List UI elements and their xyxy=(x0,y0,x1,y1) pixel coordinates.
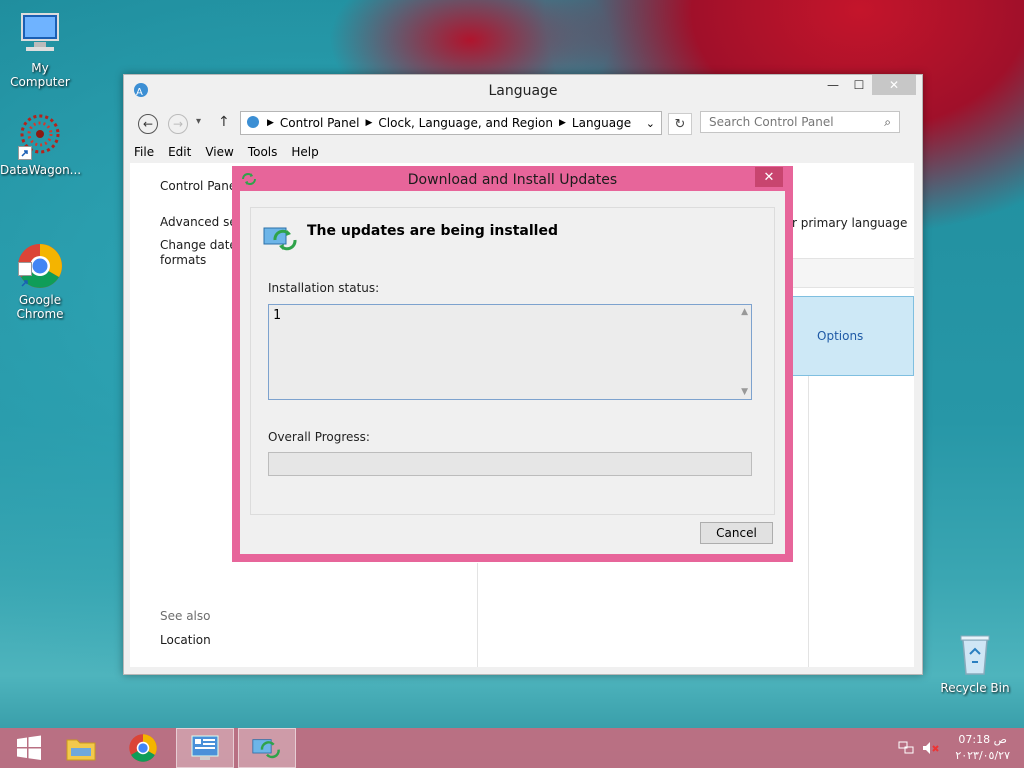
options-link[interactable]: Options xyxy=(817,329,863,343)
installation-status-label: Installation status: xyxy=(268,281,380,295)
taskbar: 07:18 ص ٢٠٢٣/٠٥/٢٧ xyxy=(0,728,1024,768)
windows-update-icon xyxy=(263,224,299,255)
clock-time: 07:18 ص xyxy=(958,733,1007,746)
search-input[interactable]: Search Control Panel ⌕ xyxy=(700,111,900,133)
language-list-header xyxy=(792,258,914,288)
see-also-heading: See also xyxy=(160,609,211,623)
network-icon[interactable] xyxy=(898,741,914,758)
shortcut-arrow-icon xyxy=(18,262,32,287)
title-bar: A Language — ☐ ✕ xyxy=(124,75,922,107)
taskbar-windows-update[interactable] xyxy=(238,728,296,768)
address-dropdown-icon[interactable]: ⌄ xyxy=(646,117,655,130)
close-button[interactable]: ✕ xyxy=(872,75,916,95)
taskbar-control-panel[interactable] xyxy=(176,728,234,768)
menu-tools[interactable]: Tools xyxy=(242,145,284,159)
shortcut-arrow-icon xyxy=(18,146,32,160)
search-placeholder: Search Control Panel xyxy=(709,115,834,129)
download-install-updates-dialog: Download and Install Updates ✕ The updat… xyxy=(232,166,793,562)
breadcrumb-separator-icon: ▶ xyxy=(365,118,373,128)
breadcrumb-separator-icon: ▶ xyxy=(267,118,274,128)
menu-file[interactable]: File xyxy=(128,145,160,159)
breadcrumb-separator-icon: ▶ xyxy=(558,118,566,128)
desktop-icon-label: My Computer xyxy=(10,61,70,89)
options-row[interactable]: Options xyxy=(792,296,914,376)
overall-progress-label: Overall Progress: xyxy=(268,430,370,444)
cancel-button[interactable]: Cancel xyxy=(700,522,773,544)
taskbar-file-explorer[interactable] xyxy=(52,728,110,768)
system-clock[interactable]: 07:18 ص ٢٠٢٣/٠٥/٢٧ xyxy=(955,732,1010,764)
divider xyxy=(808,373,809,667)
refresh-button[interactable]: ↻ xyxy=(668,113,692,135)
datawagon-icon xyxy=(16,112,64,160)
primary-language-text: r primary language xyxy=(792,216,908,230)
dialog-body: The updates are being installed Installa… xyxy=(240,191,785,554)
scroll-up-icon[interactable]: ▲ xyxy=(741,307,748,317)
control-panel-home-link[interactable]: Control Panel xyxy=(160,179,240,193)
menu-bar: File Edit View Tools Help xyxy=(128,145,327,159)
dialog-panel: The updates are being installed Installa… xyxy=(250,207,775,515)
navigation-bar: ← → ▾ ↑ ▶ Control Panel ▶ Clock, Languag… xyxy=(136,111,910,137)
maximize-button[interactable]: ☐ xyxy=(846,75,872,95)
scroll-down-icon[interactable]: ▼ xyxy=(741,387,748,397)
chrome-icon xyxy=(129,734,157,762)
up-button[interactable]: ↑ xyxy=(218,114,230,130)
control-panel-icon xyxy=(245,114,261,133)
dialog-close-button[interactable]: ✕ xyxy=(755,167,783,187)
breadcrumb-control-panel[interactable]: Control Panel xyxy=(280,116,360,130)
start-button[interactable] xyxy=(0,728,58,768)
formats-link[interactable]: formats xyxy=(160,253,206,267)
clock-date: ٢٠٢٣/٠٥/٢٧ xyxy=(955,749,1010,762)
windows-logo-icon xyxy=(17,735,41,760)
recycle-bin-icon xyxy=(951,630,999,678)
installation-status-text: 1 xyxy=(273,308,281,323)
desktop-icon-my-computer[interactable]: My Computer xyxy=(0,10,80,89)
windows-update-icon xyxy=(252,739,280,759)
desktop-icon-google-chrome[interactable]: Google Chrome xyxy=(0,214,80,335)
desktop-icon-label: DataWagon... xyxy=(0,163,82,177)
chrome-icon xyxy=(16,228,64,288)
change-date-link[interactable]: Change date, xyxy=(160,238,241,252)
address-bar[interactable]: ▶ Control Panel ▶ Clock, Language, and R… xyxy=(240,111,662,135)
desktop-icon-datawagon[interactable]: DataWagon... xyxy=(0,112,82,177)
search-icon[interactable]: ⌕ xyxy=(884,115,891,130)
control-panel-icon xyxy=(191,735,219,760)
recent-pages-dropdown-icon[interactable]: ▾ xyxy=(196,116,201,127)
back-button[interactable]: ← xyxy=(138,114,158,134)
installation-status-textbox[interactable]: 1 ▲ ▼ xyxy=(268,304,752,400)
forward-button[interactable]: → xyxy=(168,114,188,134)
minimize-button[interactable]: — xyxy=(820,75,846,95)
overall-progress-bar xyxy=(268,452,752,476)
dialog-title: Download and Install Updates xyxy=(407,172,618,188)
menu-edit[interactable]: Edit xyxy=(162,145,197,159)
computer-icon xyxy=(16,10,64,58)
menu-view[interactable]: View xyxy=(199,145,239,159)
window-title: Language xyxy=(488,83,558,99)
breadcrumb-language[interactable]: Language xyxy=(572,116,631,130)
desktop-icon-label: Google Chrome xyxy=(16,293,64,321)
dialog-heading: The updates are being installed xyxy=(307,223,558,239)
volume-muted-icon[interactable] xyxy=(922,741,940,758)
taskbar-chrome[interactable] xyxy=(114,728,172,768)
divider xyxy=(477,563,478,667)
location-link[interactable]: Location xyxy=(160,633,211,647)
folder-icon xyxy=(66,739,96,761)
menu-help[interactable]: Help xyxy=(285,145,324,159)
desktop-icon-recycle-bin[interactable]: Recycle Bin xyxy=(935,630,1015,695)
breadcrumb-clock-language-region[interactable]: Clock, Language, and Region xyxy=(378,116,553,130)
desktop-icon-label: Recycle Bin xyxy=(940,681,1010,695)
advanced-settings-link[interactable]: Advanced set xyxy=(160,215,241,229)
